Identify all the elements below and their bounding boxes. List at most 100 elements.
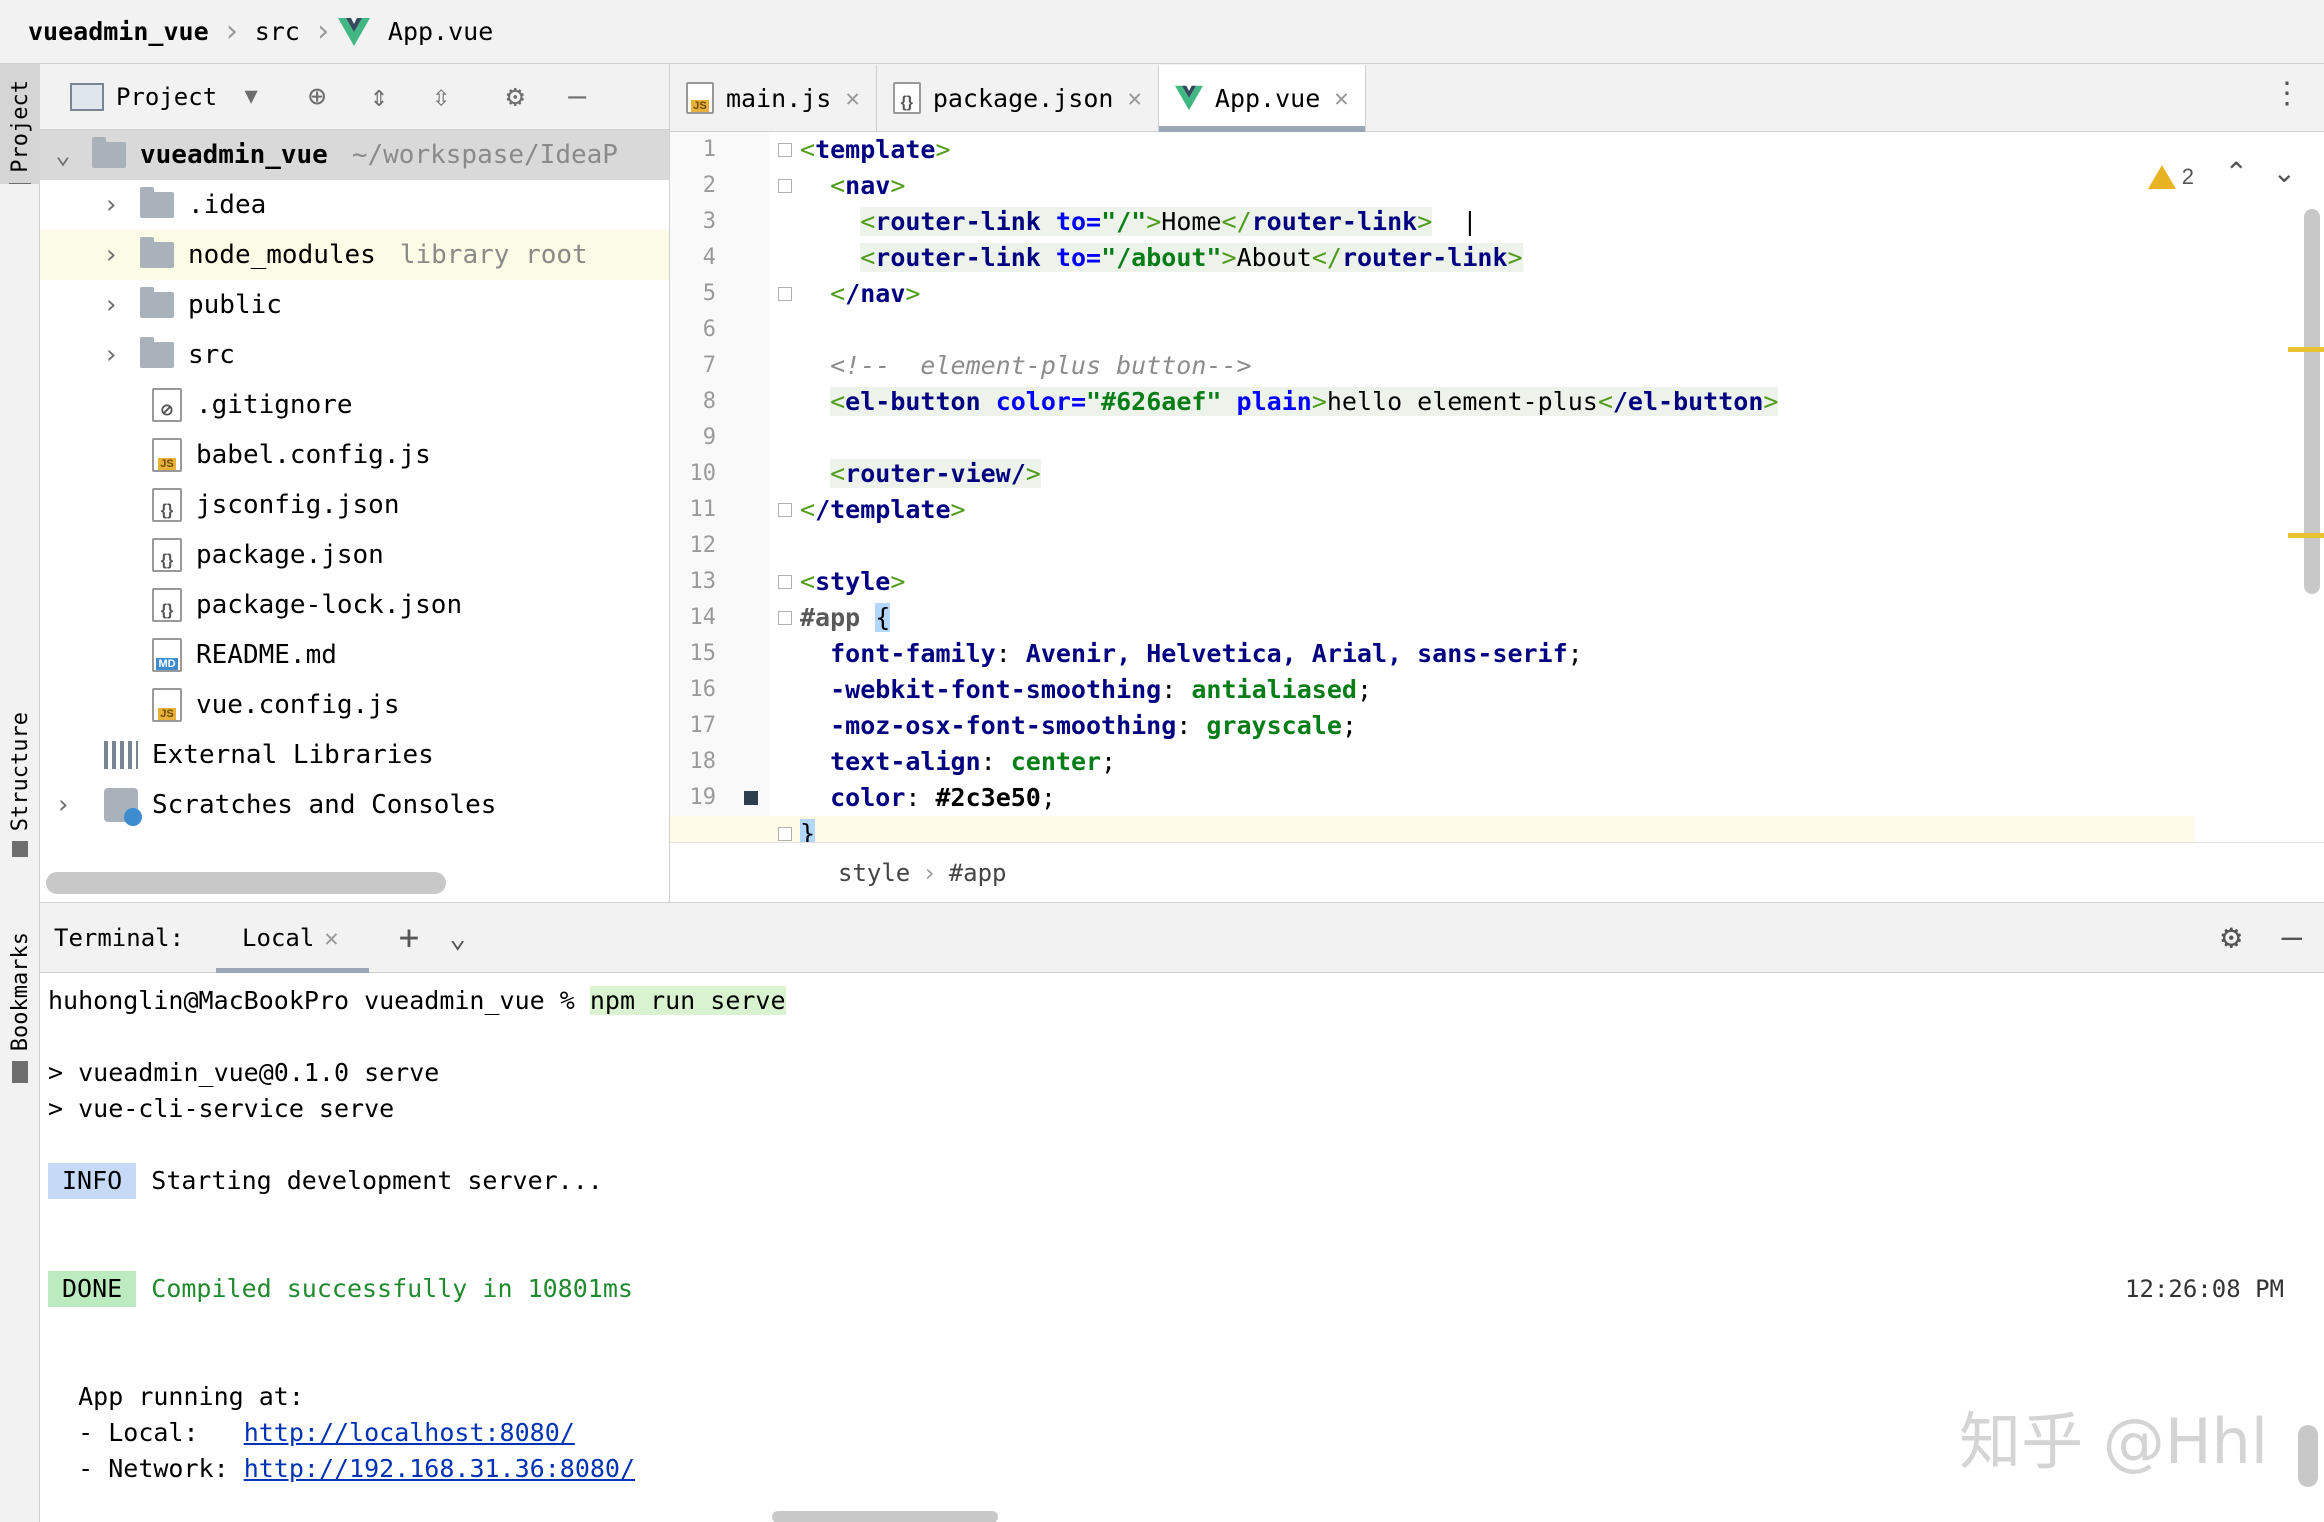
warning-marker[interactable] (2288, 347, 2324, 352)
close-icon[interactable]: ✕ (1334, 84, 1348, 112)
breadcrumb-separator-icon: › (922, 858, 937, 887)
close-icon[interactable]: ✕ (1127, 84, 1141, 112)
close-icon[interactable]: ✕ (324, 924, 338, 952)
terminal-line: INFO Starting development server... (48, 1163, 603, 1199)
editor-crumb-style[interactable]: style (838, 859, 910, 887)
tree-item-label: vue.config.js (196, 690, 400, 720)
gear-icon[interactable]: ⚙ (495, 77, 535, 117)
tree-item-gitignore[interactable]: ⊘ .gitignore (40, 380, 669, 430)
fold-marker-icon[interactable] (778, 179, 792, 193)
line-number: 9 (702, 425, 716, 450)
editor-tabs: JS main.js ✕ {} package.json ✕ App.vue ✕… (670, 64, 2324, 132)
breadcrumb-file[interactable]: App.vue (380, 17, 501, 46)
terminal-line: - Network: http://192.168.31.36:8080/ (48, 1451, 635, 1487)
code-line: font-family: Avenir, Helvetica, Arial, s… (830, 639, 1583, 668)
fold-marker-icon[interactable] (778, 143, 792, 157)
hide-panel-icon[interactable]: — (557, 77, 597, 117)
tree-item-vue-config[interactable]: JS vue.config.js (40, 680, 669, 730)
module-folder-icon (92, 137, 126, 168)
project-view-label[interactable]: Project (116, 83, 217, 111)
chevron-right-icon[interactable]: › (48, 790, 78, 820)
expand-all-icon[interactable]: ⇕ (359, 77, 399, 117)
breadcrumb-folder[interactable]: src (247, 17, 308, 46)
tab-main-js[interactable]: JS main.js ✕ (670, 65, 877, 131)
navigation-breadcrumb: vueadmin_vue › src › App.vue (0, 0, 2324, 64)
code-area[interactable]: <template> <nav> <router-link to="/">Hom… (670, 132, 2200, 852)
chevron-right-icon[interactable]: › (96, 340, 126, 370)
terminal-line: DONE Compiled successfully in 10801ms (48, 1271, 633, 1307)
tree-item-readme[interactable]: MD README.md (40, 630, 669, 680)
tree-item-scratches[interactable]: › Scratches and Consoles (40, 780, 669, 830)
breadcrumb-project[interactable]: vueadmin_vue (20, 17, 217, 46)
fold-marker-icon[interactable] (778, 611, 792, 625)
tree-item-package-lock[interactable]: {} package-lock.json (40, 580, 669, 630)
editor-crumb-app[interactable]: #app (949, 859, 1007, 887)
chevron-down-icon[interactable]: ⌄ (449, 921, 466, 954)
chevron-down-icon[interactable]: ▼ (231, 77, 271, 117)
terminal-tab-local[interactable]: Local ✕ (216, 903, 369, 973)
chevron-right-icon[interactable]: › (96, 240, 126, 270)
chevron-up-icon[interactable]: ⌃ (2225, 156, 2248, 189)
hide-panel-icon[interactable]: — (2282, 917, 2302, 957)
folder-icon (140, 287, 174, 318)
tree-item-node-modules[interactable]: › node_modules library root (40, 230, 669, 280)
tree-item-package-json[interactable]: {} package.json (40, 530, 669, 580)
code-line: <router-link to="/about">About</router-l… (860, 243, 1523, 272)
chevron-right-icon[interactable]: › (96, 290, 126, 320)
tab-app-vue[interactable]: App.vue ✕ (1158, 65, 1366, 132)
tree-item-jsconfig[interactable]: {} jsconfig.json (40, 480, 669, 530)
tree-item-idea[interactable]: › .idea (40, 180, 669, 230)
code-editor: JS main.js ✕ {} package.json ✕ App.vue ✕… (670, 64, 2324, 902)
terminal-scrollbar[interactable] (2298, 1425, 2318, 1487)
tree-root[interactable]: ⌄ vueadmin_vue ~/workspase/IdeaP (40, 130, 669, 180)
tree-item-babel-config[interactable]: JS babel.config.js (40, 430, 669, 480)
structure-tool-tab[interactable]: Structure (0, 704, 40, 894)
project-panel: Project ▼ ⊕ ⇕ ⇳ ⚙ — ⌄ vueadmin_vue ~/wor… (40, 64, 670, 902)
local-url-link[interactable]: http://localhost:8080/ (244, 1418, 575, 1447)
json-file-icon: {} (892, 82, 921, 114)
tab-package-json[interactable]: {} package.json ✕ (877, 65, 1159, 131)
line-number: 3 (702, 209, 716, 234)
code-line: color: #2c3e50; (830, 783, 1056, 812)
fold-marker-icon[interactable] (778, 503, 792, 517)
editor-breadcrumbs: style › #app (670, 842, 2324, 902)
warning-marker[interactable] (2288, 533, 2324, 538)
terminal-line: > vueadmin_vue@0.1.0 serve (48, 1058, 440, 1087)
fold-marker-icon[interactable] (778, 827, 792, 841)
left-tool-strip: Project Structure Bookmarks (0, 64, 40, 1522)
code-line: <style> (800, 567, 906, 596)
network-url-link[interactable]: http://192.168.31.36:8080/ (244, 1454, 635, 1483)
done-text: Compiled successfully in 10801ms (151, 1274, 633, 1303)
color-swatch-icon[interactable] (744, 791, 758, 805)
folder-icon (9, 182, 31, 184)
info-text: Starting development server... (151, 1166, 603, 1195)
tree-item-label: public (188, 290, 282, 320)
more-options-icon[interactable]: ⋮ (2272, 76, 2302, 111)
chevron-right-icon[interactable]: › (96, 190, 126, 220)
horizontal-scrollbar[interactable] (46, 872, 446, 894)
line-number: 14 (689, 605, 717, 630)
add-terminal-icon[interactable]: + (399, 918, 419, 958)
locate-file-icon[interactable]: ⊕ (297, 77, 337, 117)
folder-icon (140, 187, 174, 218)
collapse-all-icon[interactable]: ⇳ (421, 77, 461, 117)
fold-marker-icon[interactable] (778, 287, 792, 301)
code-line: <nav> (830, 171, 906, 200)
tree-item-public[interactable]: › public (40, 280, 669, 330)
terminal-horizontal-scrollbar[interactable] (772, 1511, 998, 1522)
terminal-line: App running at: (48, 1379, 304, 1415)
gear-icon[interactable]: ⚙ (2221, 917, 2241, 957)
tree-item-src[interactable]: › src (40, 330, 669, 380)
bookmarks-tool-tab[interactable]: Bookmarks (0, 924, 40, 1104)
project-tool-label: Project (7, 80, 33, 173)
chevron-down-icon[interactable]: ⌄ (2273, 156, 2296, 189)
tree-item-external-libraries[interactable]: External Libraries (40, 730, 669, 780)
vue-logo-icon (337, 17, 370, 46)
tree-item-label: External Libraries (152, 740, 434, 770)
fold-marker-icon[interactable] (778, 575, 792, 589)
close-icon[interactable]: ✕ (845, 84, 859, 112)
project-tool-tab[interactable]: Project (0, 64, 40, 184)
network-label: - Network: (78, 1454, 244, 1483)
chevron-down-icon[interactable]: ⌄ (48, 140, 78, 170)
terminal-prompt: huhonglin@MacBookPro vueadmin_vue % (48, 986, 590, 1015)
